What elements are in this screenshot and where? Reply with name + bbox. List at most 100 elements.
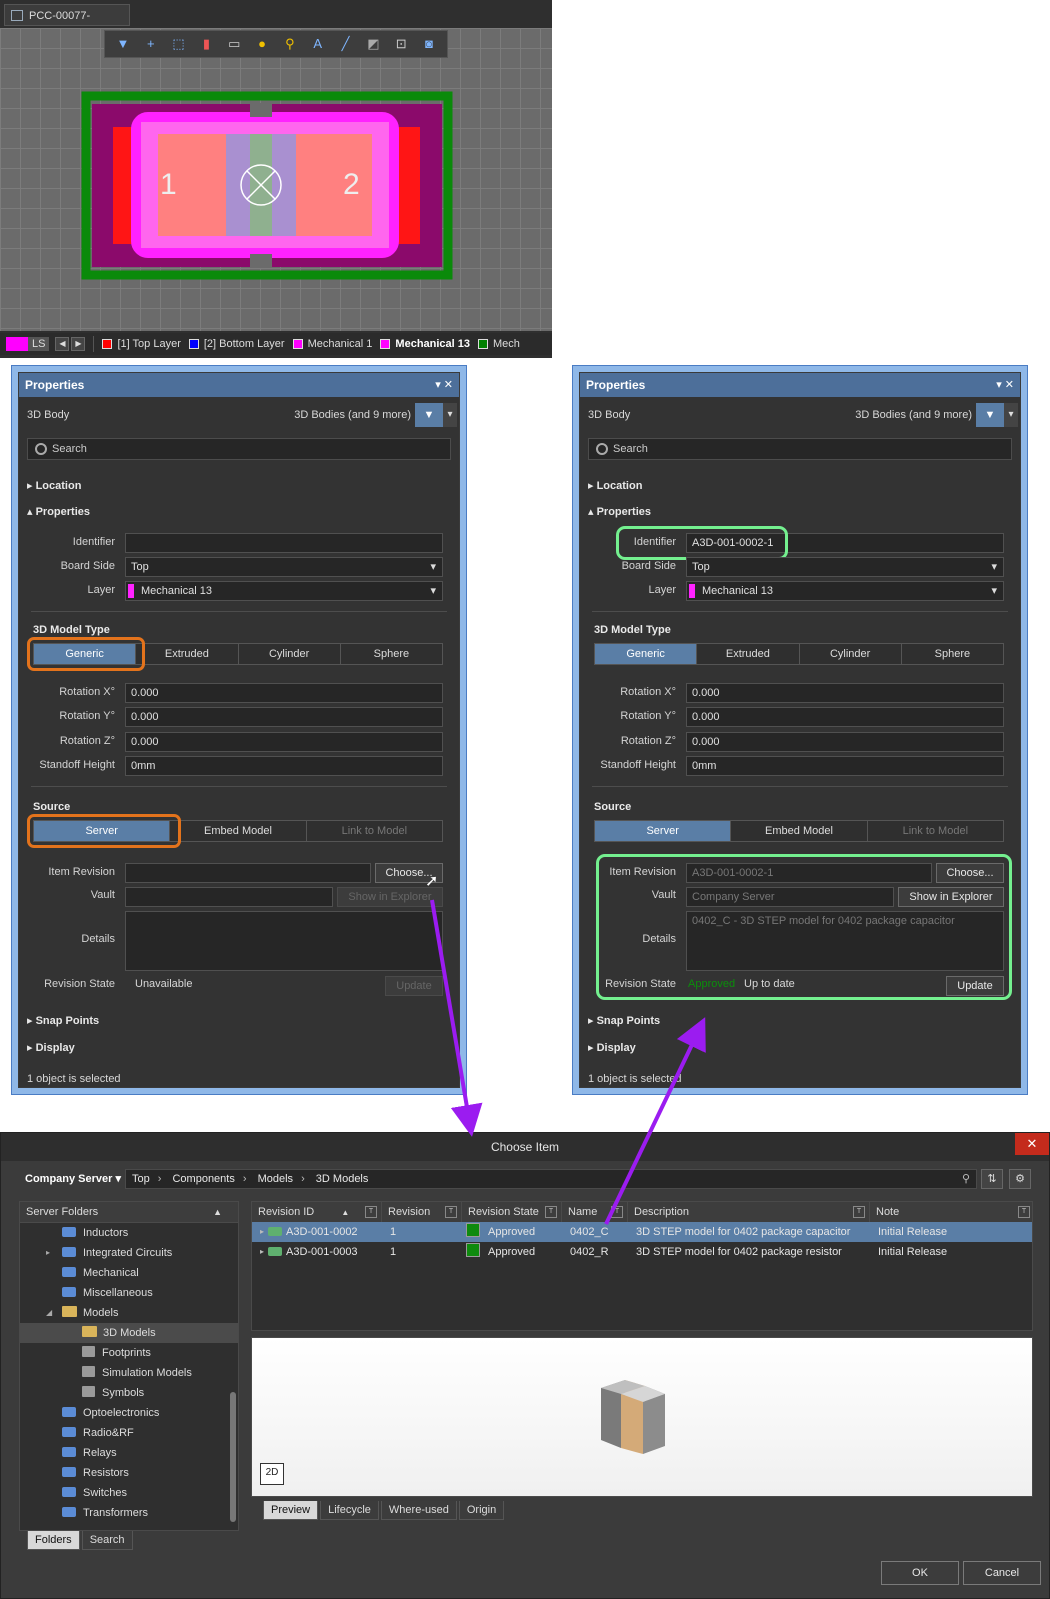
layer-prev-icon[interactable]: ◀ (55, 337, 70, 351)
column-name[interactable]: Name T (562, 1202, 628, 1222)
expand-icon[interactable]: ▸ (254, 1222, 264, 1242)
section-display[interactable]: Display (27, 1041, 75, 1054)
tab-folders[interactable]: Folders (27, 1531, 80, 1550)
tree-item[interactable]: Transformers (20, 1503, 238, 1523)
model-type-cylinder[interactable]: Cylinder (238, 644, 341, 664)
layer-tab-mech[interactable]: Mech (493, 338, 520, 350)
tree-item[interactable]: Radio&RF (20, 1423, 238, 1443)
tree-item[interactable]: Switches (20, 1483, 238, 1503)
model-type-sphere[interactable]: Sphere (340, 644, 442, 664)
standoff-field[interactable]: 0mm (125, 756, 443, 776)
layer-set-button[interactable]: LS (28, 337, 50, 351)
show-in-explorer-button[interactable]: Show in Explorer (337, 887, 443, 907)
line-icon[interactable]: ╱ (335, 34, 357, 54)
source-link-to-model[interactable]: Link to Model (306, 821, 442, 841)
breadcrumb-item[interactable]: Components (172, 1173, 234, 1185)
region-icon[interactable]: ◩ (362, 34, 384, 54)
tree-item[interactable]: Relays (20, 1443, 238, 1463)
model-type-extruded[interactable]: Extruded (697, 644, 800, 664)
rotation-y-field[interactable]: 0.000 (686, 707, 1004, 727)
breadcrumb-item[interactable]: 3D Models (316, 1173, 369, 1185)
filter-icon[interactable]: ▼ (976, 403, 1004, 427)
tree-item[interactable]: 3D Models (20, 1323, 238, 1343)
document-tab[interactable]: PCC-00077-1.PcbLib (4, 4, 130, 44)
tree-item[interactable]: ◢ Models (20, 1303, 238, 1323)
chevron-down-icon[interactable]: ▾ (1004, 403, 1018, 427)
model-type-sphere[interactable]: Sphere (901, 644, 1003, 664)
tab-origin[interactable]: Origin (458, 1501, 505, 1520)
update-button[interactable]: Update (385, 976, 443, 996)
table-row[interactable]: ▸ A3D-001-0003 1 Approved 0402_R 3D STEP mode… (252, 1242, 1032, 1262)
section-location[interactable]: Location (588, 479, 643, 492)
component-icon[interactable]: ▭ (223, 34, 245, 54)
standoff-field[interactable]: 0mm (686, 756, 1004, 776)
gear-icon[interactable]: ⚙ (1009, 1169, 1031, 1189)
source-embed-model[interactable]: Embed Model (731, 821, 868, 841)
board-side-select[interactable]: Top (125, 557, 443, 577)
section-snap-points[interactable]: Snap Points (27, 1014, 100, 1027)
rotation-x-field[interactable]: 0.000 (686, 683, 1004, 703)
breadcrumb[interactable]: Top › Components › Models › 3D Models ⚲ (125, 1169, 977, 1189)
close-icon[interactable]: ✕ (1015, 1133, 1049, 1155)
tree-scrollbar[interactable] (230, 1392, 236, 1522)
tree-item[interactable]: Mechanical (20, 1263, 238, 1283)
section-properties[interactable]: Properties (27, 505, 90, 518)
tab-preview[interactable]: Preview (263, 1501, 319, 1520)
search-input[interactable]: Search (27, 438, 451, 460)
source-server[interactable]: Server (595, 821, 732, 841)
filter-icon[interactable]: ▼ (415, 403, 443, 427)
rotation-y-field[interactable]: 0.000 (125, 707, 443, 727)
server-dropdown[interactable]: Company Server ▾ (25, 1167, 121, 1191)
layer-select[interactable]: Mechanical 13 (686, 581, 1004, 601)
breadcrumb-item[interactable]: Models (258, 1173, 293, 1185)
item-revision-field[interactable] (125, 863, 371, 883)
layer-tab-bottom[interactable]: [2] Bottom Layer (204, 338, 285, 350)
rotation-z-field[interactable]: 0.000 (686, 732, 1004, 752)
layer-select[interactable]: Mechanical 13 (125, 581, 443, 601)
toggle-2d-button[interactable]: 2D (260, 1463, 284, 1485)
expand-icon[interactable]: ▸ (254, 1242, 264, 1262)
search-icon[interactable]: ⚲ (962, 1170, 970, 1188)
model-preview[interactable]: 2D (251, 1337, 1033, 1497)
tree-item[interactable]: Resistors (20, 1463, 238, 1483)
panel-controls[interactable]: ▾ ✕ (435, 373, 453, 397)
breadcrumb-item[interactable]: Top (132, 1173, 150, 1185)
identifier-field[interactable] (125, 533, 443, 553)
crosshair-icon[interactable]: + (140, 34, 162, 54)
panel-controls[interactable]: ▾ ✕ (996, 373, 1014, 397)
layer-tab-mechanical-13[interactable]: Mechanical 13 (395, 338, 470, 350)
pcb-canvas[interactable]: 1 2 ▼ + ⬚ ▮ ▭ ● ⚲ A ╱ ◩ ⊡ ◙ (0, 28, 552, 331)
section-properties[interactable]: Properties (588, 505, 651, 518)
layer-tab-mechanical-1[interactable]: Mechanical 1 (308, 338, 373, 350)
model-type-extruded[interactable]: Extruded (136, 644, 239, 664)
rotation-z-field[interactable]: 0.000 (125, 732, 443, 752)
current-layer-swatch[interactable] (6, 337, 28, 351)
column-description[interactable]: Description T (628, 1202, 870, 1222)
model-type-cylinder[interactable]: Cylinder (799, 644, 902, 664)
source-embed-model[interactable]: Embed Model (170, 821, 307, 841)
tree-item[interactable]: Inductors (20, 1223, 238, 1243)
layer-tab-top[interactable]: [1] Top Layer (117, 338, 180, 350)
tree-item[interactable]: Simulation Models (20, 1363, 238, 1383)
dimension-icon[interactable]: ⊡ (390, 34, 412, 54)
tree-item[interactable]: Miscellaneous (20, 1283, 238, 1303)
expand-icon[interactable]: ◢ (46, 1303, 52, 1323)
filter-icon[interactable]: ▼ (112, 34, 134, 54)
tree-item[interactable]: ▸ Integrated Circuits (20, 1243, 238, 1263)
search-input[interactable]: Search (588, 438, 1012, 460)
details-field[interactable] (125, 911, 443, 971)
source-link-to-model[interactable]: Link to Model (867, 821, 1003, 841)
chevron-down-icon[interactable]: ▾ (443, 403, 457, 427)
tree-item[interactable]: Optoelectronics (20, 1403, 238, 1423)
expand-icon[interactable]: ▸ (46, 1243, 50, 1263)
ok-button[interactable]: OK (881, 1561, 959, 1585)
tab-where-used[interactable]: Where-used (380, 1501, 457, 1520)
pad-icon[interactable]: ● (251, 34, 273, 54)
column-revision-state[interactable]: Revision State T (462, 1202, 562, 1222)
tab-search[interactable]: Search (81, 1531, 133, 1550)
via-icon[interactable]: ⚲ (279, 34, 301, 54)
model-type-generic[interactable]: Generic (595, 644, 698, 664)
vault-field[interactable] (125, 887, 333, 907)
tree-item[interactable]: Symbols (20, 1383, 238, 1403)
cancel-button[interactable]: Cancel (963, 1561, 1041, 1585)
